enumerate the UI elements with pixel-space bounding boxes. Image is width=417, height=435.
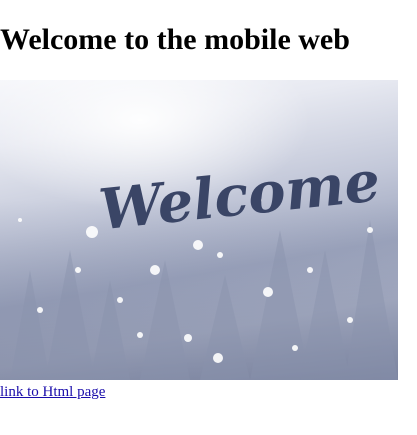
hero-image-graphic: Welcome xyxy=(0,148,398,380)
html-page-link[interactable]: link to Html page xyxy=(0,384,105,401)
page-title: Welcome to the mobile web xyxy=(0,23,350,56)
hero-image: Welcome xyxy=(0,80,398,380)
